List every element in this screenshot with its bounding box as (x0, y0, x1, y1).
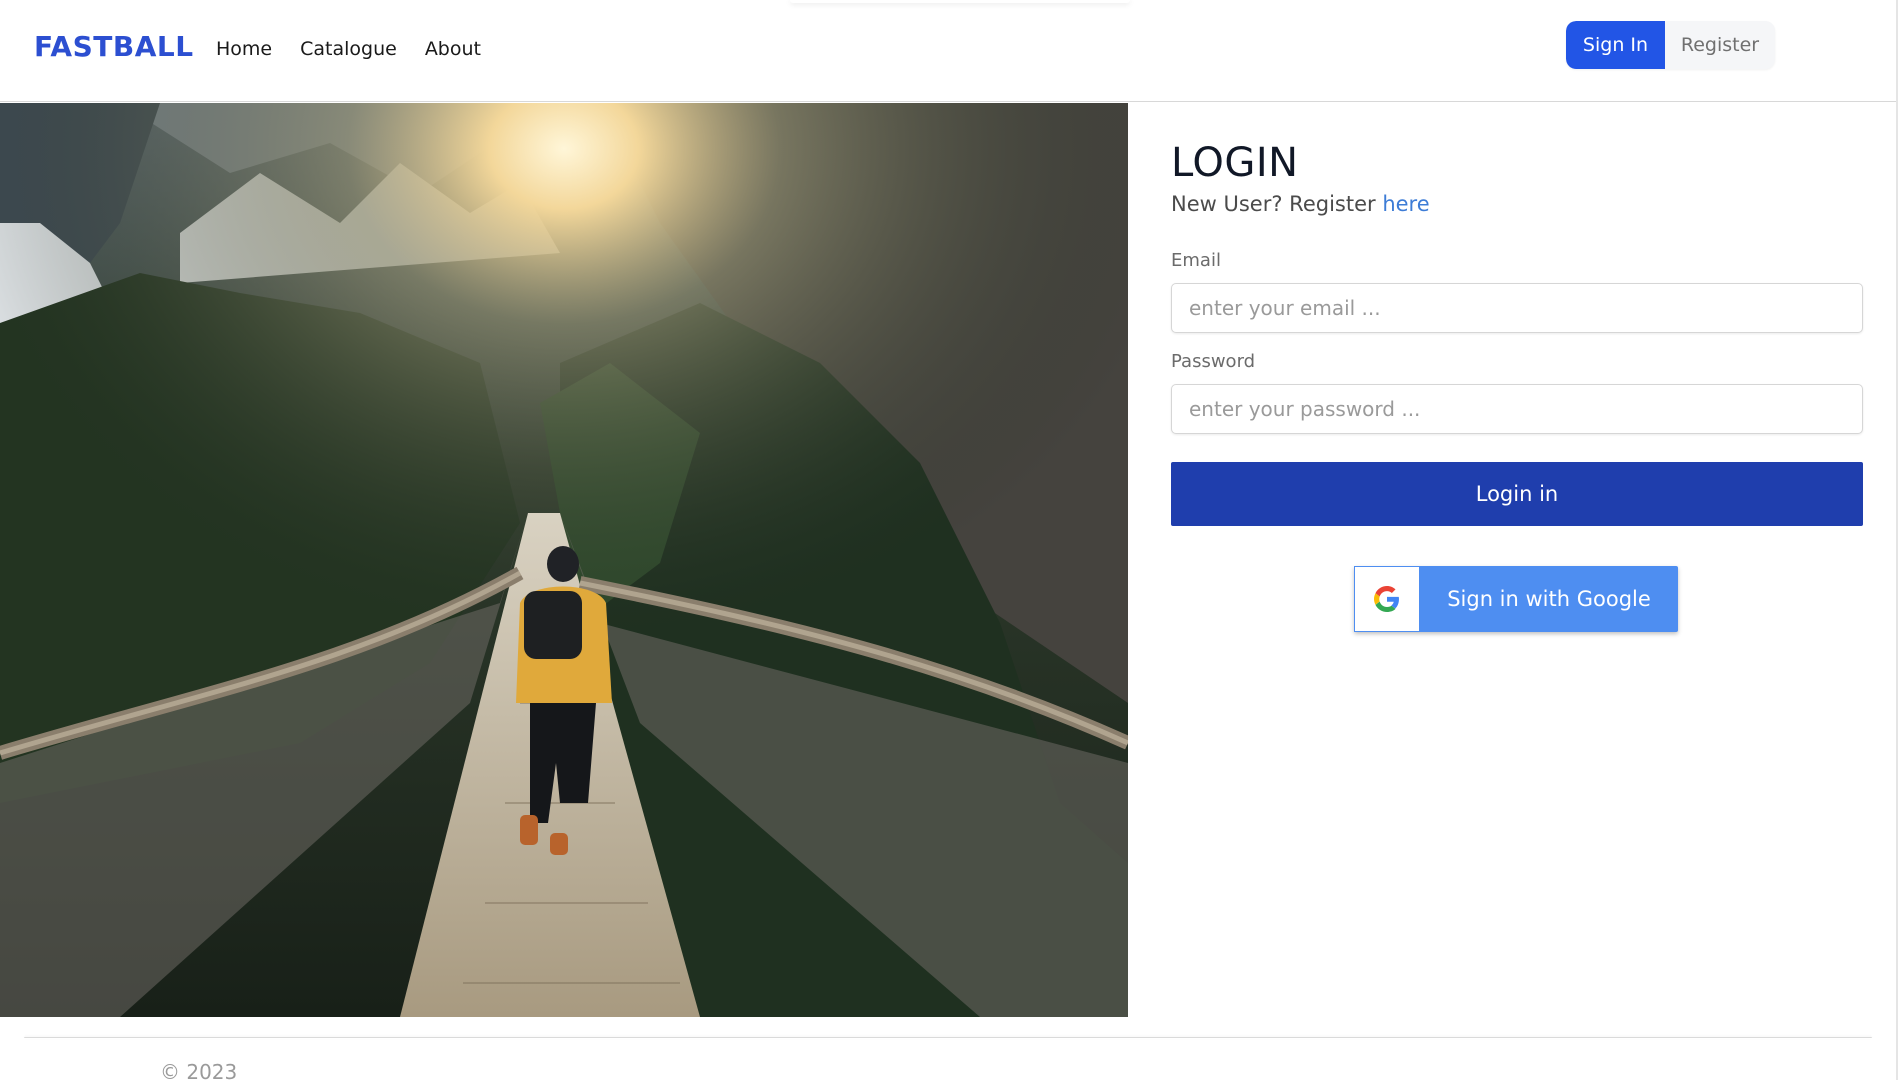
email-field[interactable] (1171, 283, 1863, 333)
google-sign-in-button[interactable]: Sign in with Google (1354, 566, 1678, 632)
tab-shadow (790, 0, 1130, 3)
hero-image (0, 103, 1128, 1017)
email-label: Email (1171, 250, 1221, 271)
password-field[interactable] (1171, 384, 1863, 434)
brand-logo[interactable]: FASTBALL (34, 29, 194, 63)
password-label: Password (1171, 351, 1256, 372)
register-prompt-text: New User? Register (1171, 192, 1383, 216)
top-navbar: FASTBALL Home Catalogue About Sign In Re… (0, 0, 1898, 102)
google-icon (1354, 566, 1420, 632)
nav-home-link[interactable]: Home (216, 38, 272, 60)
login-button[interactable]: Login in (1171, 462, 1863, 526)
footer-divider (24, 1037, 1872, 1039)
main-nav: Home Catalogue About (216, 38, 481, 60)
login-panel: LOGIN New User? Register here Email Pass… (1171, 140, 1863, 632)
sign-in-button[interactable]: Sign In (1566, 21, 1665, 69)
brand-logo-text: FASTBALL (34, 29, 194, 63)
register-here-link[interactable]: here (1382, 192, 1429, 216)
nav-catalogue-link[interactable]: Catalogue (300, 38, 397, 60)
footer-copyright: © 2023 (160, 1060, 238, 1080)
google-sign-in-label: Sign in with Google (1447, 587, 1651, 611)
nav-about-link[interactable]: About (425, 38, 481, 60)
register-button[interactable]: Register (1665, 21, 1775, 69)
login-title: LOGIN (1171, 140, 1299, 186)
auth-button-group: Sign In Register (1566, 21, 1775, 69)
register-prompt: New User? Register here (1171, 192, 1863, 216)
